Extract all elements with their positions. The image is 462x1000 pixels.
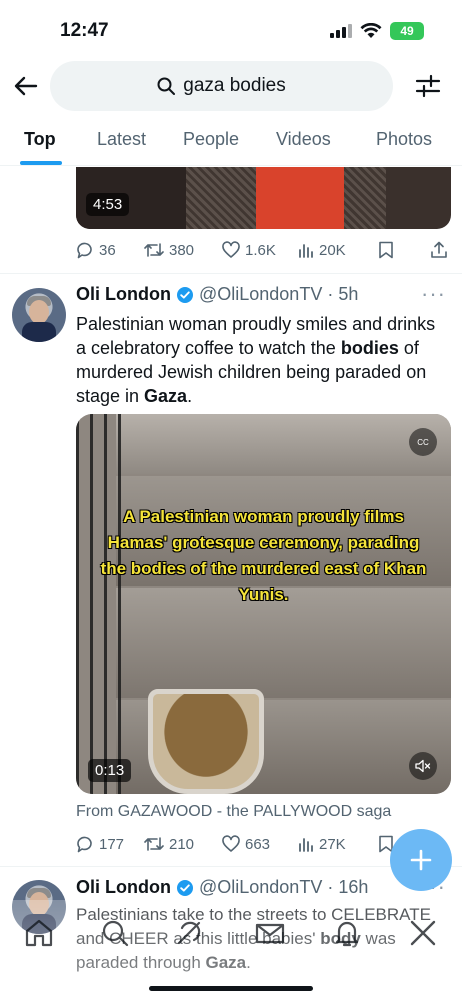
avatar-face	[29, 300, 49, 324]
tweet-header: Oli London @OliLondonTV · 16h	[76, 877, 368, 898]
explore-search-icon[interactable]	[98, 916, 132, 950]
cellular-signal-icon	[330, 24, 352, 38]
like-button[interactable]: 663	[222, 835, 298, 853]
tweet-video[interactable]: 4:53	[76, 167, 451, 229]
home-indicator	[149, 986, 313, 991]
tweet-text-part: .	[187, 386, 193, 406]
views-button[interactable]: 27K	[298, 836, 378, 853]
communities-icon[interactable]	[253, 916, 287, 950]
tweet-time: · 16h	[327, 877, 369, 897]
tweet-text: Palestinian woman proudly smiles and dri…	[76, 312, 450, 408]
search-icon	[157, 77, 176, 95]
author-name[interactable]: Oli London	[76, 284, 171, 305]
author-handle[interactable]: @OliLondonTV	[199, 284, 322, 305]
reply-count: 177	[99, 835, 125, 853]
video-source[interactable]: From GAZAWOOD - the PALLYWOOD saga	[76, 803, 391, 821]
status-icons: 49	[330, 22, 424, 40]
like-count: 1.6K	[245, 241, 276, 259]
search-tabs: Top Latest People Videos Photos	[0, 116, 462, 166]
reply-icon	[77, 836, 92, 853]
messages-x-icon[interactable]	[406, 916, 440, 950]
tab-latest[interactable]: Latest	[97, 129, 146, 150]
compose-button[interactable]	[390, 829, 452, 891]
tweet-header: Oli London @OliLondonTV · 5h	[76, 284, 358, 305]
tweet-video[interactable]: A Palestinian woman proudly films Hamas'…	[76, 414, 451, 794]
back-arrow-icon[interactable]	[12, 72, 40, 100]
bottom-navigation	[0, 910, 462, 954]
video-frame-shirt	[256, 167, 344, 229]
tweet-text-highlight: bodies	[340, 338, 399, 358]
retweet-icon	[144, 243, 164, 257]
tab-people[interactable]: People	[183, 129, 239, 150]
author-name[interactable]: Oli London	[76, 877, 171, 898]
retweet-button[interactable]: 210	[144, 835, 222, 853]
reply-button[interactable]: 177	[76, 835, 144, 853]
retweet-count: 380	[169, 241, 195, 259]
more-options-icon[interactable]: ···	[421, 281, 446, 307]
wifi-icon	[360, 23, 382, 38]
status-bar: 12:47 49	[0, 0, 462, 58]
status-time: 12:47	[60, 20, 109, 41]
active-tab-indicator	[20, 161, 62, 165]
tweet-actions: 36 380 1.6K 20K	[76, 238, 451, 262]
reply-icon	[77, 242, 92, 259]
search-input[interactable]: gaza bodies	[50, 61, 393, 111]
plus-icon	[410, 849, 432, 871]
views-button[interactable]: 20K	[298, 242, 378, 259]
video-frame-step	[116, 414, 451, 474]
tab-videos[interactable]: Videos	[276, 129, 331, 150]
tweet-text-part: .	[246, 953, 251, 972]
bookmark-icon[interactable]	[378, 241, 394, 259]
search-query[interactable]: gaza bodies	[183, 75, 285, 97]
bar-chart-icon	[299, 838, 313, 852]
view-count: 27K	[319, 835, 346, 853]
like-count: 663	[245, 835, 271, 853]
author-handle[interactable]: @OliLondonTV	[199, 877, 322, 898]
video-duration: 4:53	[86, 193, 130, 216]
verified-badge-icon	[176, 286, 193, 303]
grok-icon[interactable]	[172, 916, 206, 950]
retweet-count: 210	[169, 835, 195, 853]
heart-icon	[222, 241, 240, 258]
retweet-button[interactable]: 380	[144, 241, 222, 259]
tweet-divider	[0, 273, 462, 274]
video-caption: A Palestinian woman proudly films Hamas'…	[100, 507, 427, 604]
reply-count: 36	[99, 241, 116, 259]
heart-icon	[222, 835, 240, 852]
tweet-text-highlight: Gaza	[205, 953, 247, 972]
verified-badge-icon	[176, 879, 193, 896]
closed-captions-button[interactable]: CC	[409, 428, 437, 456]
share-icon[interactable]	[430, 241, 448, 259]
video-frame-cup	[148, 689, 264, 794]
retweet-icon	[144, 837, 164, 851]
battery-indicator: 49	[390, 22, 424, 40]
filter-sliders-icon[interactable]	[414, 72, 442, 100]
reply-button[interactable]: 36	[76, 241, 144, 259]
video-duration: 0:13	[88, 759, 132, 782]
tab-top[interactable]: Top	[24, 129, 56, 150]
bar-chart-icon	[299, 244, 313, 258]
mute-button[interactable]	[409, 752, 437, 780]
speaker-muted-icon	[415, 759, 431, 773]
bell-icon[interactable]	[330, 916, 364, 950]
tweet-text-highlight: Gaza	[144, 386, 188, 406]
like-button[interactable]: 1.6K	[222, 241, 298, 259]
avatar[interactable]	[12, 288, 66, 342]
tweet-time: · 5h	[327, 284, 359, 304]
search-header: gaza bodies	[0, 58, 462, 116]
tab-photos[interactable]: Photos	[376, 129, 432, 150]
avatar-suit	[22, 322, 56, 342]
home-icon[interactable]	[22, 916, 56, 950]
view-count: 20K	[319, 241, 346, 259]
